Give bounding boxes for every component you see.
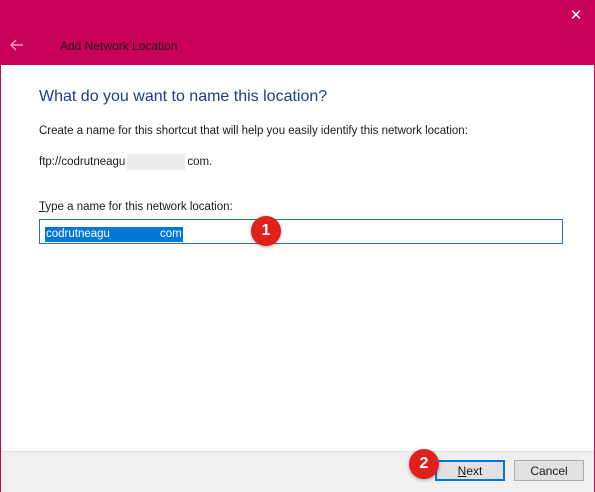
redacted-region xyxy=(109,226,160,242)
selected-text: codrutneagu com xyxy=(45,226,183,242)
location-name-input[interactable]: codrutneagu com xyxy=(39,219,563,244)
cancel-button[interactable]: Cancel xyxy=(514,460,584,481)
label-text: ype a name for this network location: xyxy=(45,201,233,213)
window-title: Add Network Location xyxy=(60,39,178,53)
next-button[interactable]: Next xyxy=(435,460,505,481)
close-icon: ✕ xyxy=(569,7,583,24)
close-button[interactable]: ✕ xyxy=(564,5,588,27)
back-button[interactable] xyxy=(7,35,27,55)
step-callout-2: 2 xyxy=(409,449,439,479)
page-heading: What do you want to name this location? xyxy=(39,88,328,105)
input-value-suffix: com xyxy=(159,228,182,240)
network-location-url: ftp://codrutneagu com. xyxy=(39,154,212,170)
next-label: ext xyxy=(466,463,483,478)
redacted-region xyxy=(127,154,186,170)
input-value-prefix: codrutneagu xyxy=(46,228,110,240)
button-bar xyxy=(1,451,594,492)
add-network-location-window: ✕ Add Network Location What do you want … xyxy=(0,0,595,492)
url-suffix: com. xyxy=(187,156,213,168)
url-prefix: ftp://codrutneagu xyxy=(39,156,126,168)
step-callout-1: 1 xyxy=(251,216,281,246)
name-field-label: Type a name for this network location: xyxy=(39,201,233,213)
title-bar: ✕ Add Network Location xyxy=(1,1,594,65)
back-arrow-icon xyxy=(10,39,23,51)
instruction-text: Create a name for this shortcut that wil… xyxy=(39,125,468,137)
next-hotkey: N xyxy=(457,463,467,478)
